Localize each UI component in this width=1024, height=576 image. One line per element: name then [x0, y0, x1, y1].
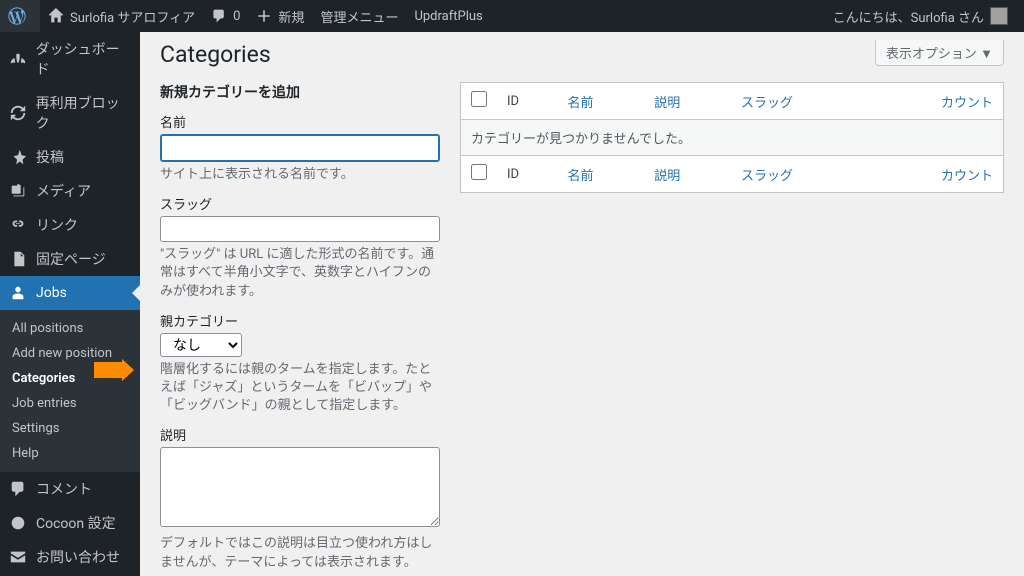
- dashboard-icon: [8, 49, 28, 69]
- slug-label: スラッグ: [160, 194, 440, 213]
- pin-icon: [8, 147, 28, 167]
- sidebar-item-cocoon[interactable]: Cocoon 設定: [0, 506, 140, 540]
- parent-desc: 階層化するには親のタームを指定します。たとえば「ジャズ」というタームを「ビバップ…: [160, 361, 440, 416]
- sidebar-item-posts[interactable]: 投稿: [0, 140, 140, 174]
- col-slug[interactable]: スラッグ: [731, 83, 867, 120]
- avatar: [990, 7, 1008, 25]
- new-content-link[interactable]: 新規: [248, 0, 312, 32]
- col-id: ID: [497, 83, 557, 120]
- mail-icon: [8, 547, 28, 567]
- col-slug-f[interactable]: スラッグ: [731, 156, 867, 193]
- sidebar-item-media[interactable]: メディア: [0, 174, 140, 208]
- admin-menu-link[interactable]: 管理メニュー: [312, 0, 406, 32]
- sidebar-item-reusable[interactable]: 再利用ブロック: [0, 86, 140, 140]
- sidebar-item-contact[interactable]: お問い合わせ: [0, 540, 140, 574]
- media-icon: [8, 181, 28, 201]
- site-name-text: Surlofia サアロフィア: [70, 7, 195, 26]
- name-desc: サイト上に表示される名前です。: [160, 166, 440, 184]
- submenu-settings[interactable]: Settings: [0, 416, 140, 441]
- desc-label: 説明: [160, 425, 440, 444]
- select-all-top[interactable]: [471, 91, 487, 107]
- add-category-form: 新規カテゴリーを追加 名前 サイト上に表示される名前です。 スラッグ "スラッグ…: [160, 82, 440, 576]
- no-items-row: カテゴリーが見つかりませんでした。: [461, 120, 1004, 156]
- sidebar-item-links[interactable]: リンク: [0, 208, 140, 242]
- col-id-f: ID: [497, 156, 557, 193]
- comment-icon: [8, 479, 28, 499]
- form-heading: 新規カテゴリーを追加: [160, 82, 440, 102]
- content-area: 表示オプション ▼ Categories 新規カテゴリーを追加 名前 サイト上に…: [140, 32, 1024, 576]
- sidebar-item-comments[interactable]: コメント: [0, 472, 140, 506]
- col-name-f[interactable]: 名前: [557, 156, 644, 193]
- page-icon: [8, 249, 28, 269]
- circle-icon: [8, 513, 28, 533]
- desc-textarea[interactable]: [160, 447, 440, 527]
- col-count[interactable]: カウント: [867, 83, 1004, 120]
- parent-label: 親カテゴリー: [160, 311, 440, 330]
- sidebar-item-jobs[interactable]: Jobs: [0, 276, 140, 310]
- name-input[interactable]: [160, 134, 440, 162]
- admin-sidebar: ダッシュボード 再利用ブロック 投稿 メディア リンク 固定ページ Jobs A…: [0, 32, 140, 576]
- recycle-icon: [8, 103, 28, 123]
- comment-icon: [211, 8, 227, 24]
- screen-options-toggle[interactable]: 表示オプション ▼: [875, 40, 1004, 66]
- comments-link[interactable]: 0: [203, 0, 248, 32]
- plus-icon: [256, 8, 272, 24]
- link-icon: [8, 215, 28, 235]
- comments-count: 0: [233, 9, 240, 24]
- desc-desc: デフォルトではこの説明は目立つ使われ方はしませんが、テーマによっては表示されます…: [160, 535, 440, 571]
- parent-select[interactable]: なし: [160, 333, 242, 357]
- select-all-bottom[interactable]: [471, 164, 487, 180]
- name-label: 名前: [160, 112, 440, 131]
- col-count-f[interactable]: カウント: [867, 156, 1004, 193]
- col-name[interactable]: 名前: [557, 83, 644, 120]
- new-label: 新規: [278, 7, 304, 26]
- home-icon: [48, 8, 64, 24]
- col-desc-f[interactable]: 説明: [644, 156, 731, 193]
- col-desc[interactable]: 説明: [644, 83, 731, 120]
- slug-input[interactable]: [160, 216, 440, 242]
- submenu-help[interactable]: Help: [0, 441, 140, 466]
- sidebar-item-pages[interactable]: 固定ページ: [0, 242, 140, 276]
- sidebar-item-dashboard[interactable]: ダッシュボード: [0, 32, 140, 86]
- person-icon: [8, 283, 28, 303]
- wordpress-icon: [8, 7, 26, 25]
- submenu-all-positions[interactable]: All positions: [0, 316, 140, 341]
- site-name-link[interactable]: Surlofia サアロフィア: [40, 0, 203, 32]
- updraft-link[interactable]: UpdraftPlus: [406, 0, 490, 32]
- admin-bar: Surlofia サアロフィア 0 新規 管理メニュー UpdraftPlus …: [0, 0, 1024, 32]
- submenu-job-entries[interactable]: Job entries: [0, 391, 140, 416]
- howdy-link[interactable]: こんにちは、Surlofia さん: [825, 0, 1016, 32]
- categories-table: ID 名前 説明 スラッグ カウント カテゴリーが見つかりませんでした。 ID …: [460, 82, 1004, 193]
- slug-desc: "スラッグ" は URL に適した形式の名前です。通常はすべて半角小文字で、英数…: [160, 246, 440, 301]
- howdy-text: こんにちは、Surlofia さん: [833, 7, 984, 26]
- arrow-icon: [94, 359, 134, 385]
- wp-logo[interactable]: [0, 0, 40, 32]
- sidebar-submenu: All positions Add new position Categorie…: [0, 310, 140, 472]
